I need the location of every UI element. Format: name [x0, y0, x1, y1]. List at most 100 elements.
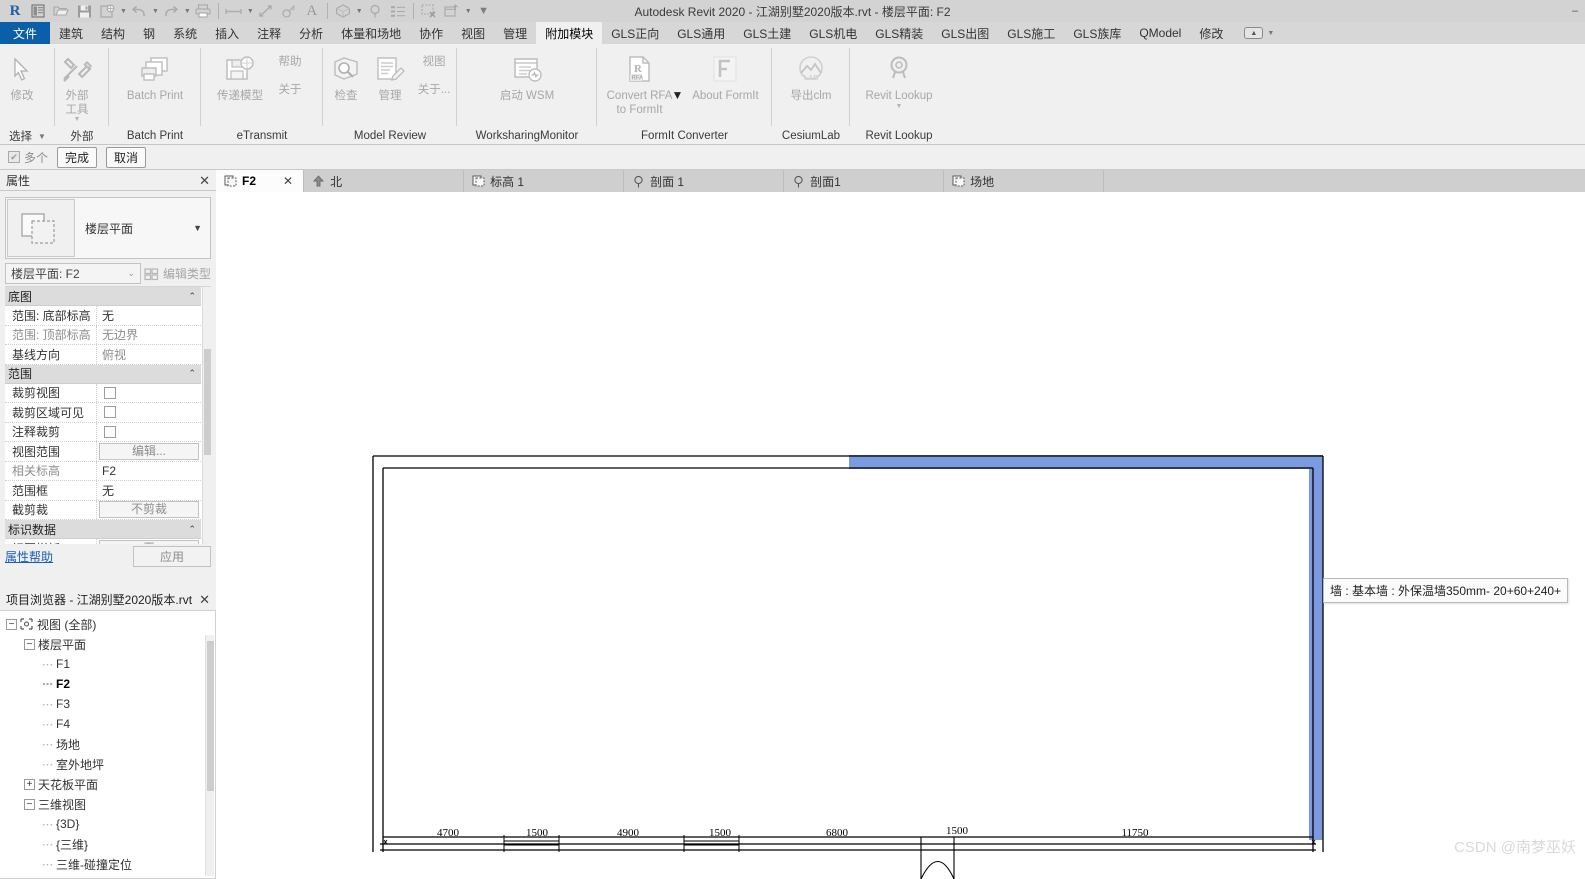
- property-value-button[interactable]: <无>: [99, 539, 199, 544]
- quick-access-toolbar[interactable]: R ▼ ▼ ▼ ▼ 1 A ▼ ▼ ▼: [0, 0, 495, 22]
- external-tools-button[interactable]: 外部 工具 ▼: [55, 48, 99, 123]
- properties-help-link[interactable]: 属性帮助: [5, 548, 53, 565]
- thin-lines-icon[interactable]: [387, 1, 409, 21]
- property-value[interactable]: 无: [97, 306, 201, 325]
- edit-type-button[interactable]: 编辑类型: [144, 265, 211, 282]
- multiple-checkbox-box[interactable]: ✔: [8, 151, 20, 163]
- tree-node-9[interactable]: − 三维视图: [0, 794, 215, 814]
- undo-caret-icon[interactable]: ▼: [152, 8, 159, 15]
- property-value[interactable]: F2: [97, 462, 201, 481]
- tree-node-6[interactable]: ⋯ 场地: [0, 734, 215, 754]
- project-browser-close-icon[interactable]: ✕: [199, 593, 210, 606]
- save-icon[interactable]: [73, 1, 95, 21]
- property-value-button[interactable]: 编辑...: [99, 442, 199, 460]
- property-value[interactable]: 编辑...: [97, 442, 201, 461]
- undo-icon[interactable]: [128, 1, 150, 21]
- property-row[interactable]: 裁剪区域可见: [5, 403, 201, 423]
- property-row[interactable]: 范围: 底部标高无: [5, 306, 201, 326]
- property-row[interactable]: 截剪裁 不剪裁: [5, 500, 201, 520]
- tab-17[interactable]: GLS出图: [932, 22, 998, 44]
- tree-node-5[interactable]: ⋯ F4: [0, 714, 215, 734]
- finish-button[interactable]: 完成: [57, 146, 98, 168]
- section-icon[interactable]: [364, 1, 386, 21]
- collapse-icon[interactable]: −: [24, 638, 35, 650]
- property-value[interactable]: [97, 423, 201, 442]
- open-icon[interactable]: [50, 1, 72, 21]
- property-row[interactable]: 视图样板<无>: [5, 539, 201, 544]
- tab-6[interactable]: 分析: [290, 22, 332, 44]
- property-value[interactable]: 无: [97, 481, 201, 500]
- view-tab-5[interactable]: 场地: [944, 170, 1105, 192]
- property-value[interactable]: [97, 384, 201, 403]
- project-icon[interactable]: [27, 1, 49, 21]
- external-tools-caret-icon[interactable]: ▼: [74, 116, 81, 123]
- properties-type-header[interactable]: 楼层平面 ▼: [5, 197, 211, 259]
- batch-print-button[interactable]: Batch Print: [122, 48, 188, 104]
- tab-14[interactable]: GLS土建: [734, 22, 800, 44]
- tree-node-7[interactable]: ⋯ 室外地坪: [0, 754, 215, 774]
- export-clm-button[interactable]: LAB 导出clm: [786, 48, 837, 104]
- launch-wsm-button[interactable]: 启动 WSM: [495, 48, 559, 104]
- apply-button[interactable]: 应用: [132, 545, 211, 567]
- property-value[interactable]: [97, 403, 201, 422]
- chevron-up-icon[interactable]: ⌃: [188, 368, 196, 379]
- view-tab-close-icon[interactable]: ✕: [283, 174, 293, 188]
- tab-4[interactable]: 插入: [206, 22, 248, 44]
- print-icon[interactable]: [192, 1, 214, 21]
- ribbon-tab-bar[interactable]: 文件 建筑 结构钢系统 插入 注释 分析 体量和场地 协作 视图 管理 附加模块 GLS正向 GLS通…: [0, 22, 1585, 44]
- model-review-manage-button[interactable]: 管理: [368, 48, 412, 104]
- multiple-checkbox[interactable]: ✔ 多个: [8, 149, 48, 166]
- tab-2[interactable]: 钢: [134, 22, 164, 44]
- tab-10[interactable]: 管理: [494, 22, 536, 44]
- tab-5[interactable]: 注释: [248, 22, 290, 44]
- property-value[interactable]: 无边界: [97, 326, 201, 345]
- project-browser-tree[interactable]: − 视图 (全部) − 楼层平面 ⋯ F1 ⋯ F2 ⋯ F3 ⋯ F4 ⋯ 场地 ⋯ 室外地坪 + 天花板平面 −…: [0, 610, 216, 879]
- default-3d-view-icon[interactable]: [332, 1, 354, 21]
- tab-9[interactable]: 视图: [452, 22, 494, 44]
- properties-scrollbar[interactable]: [202, 287, 211, 544]
- view-tab-4[interactable]: 剖面1: [784, 170, 945, 192]
- property-row[interactable]: 注释裁剪: [5, 422, 201, 442]
- tab-0[interactable]: 建筑: [50, 22, 92, 44]
- tree-node-8[interactable]: + 天花板平面: [0, 774, 215, 794]
- property-checkbox[interactable]: [104, 386, 116, 399]
- etransmit-about-button[interactable]: 关于: [268, 82, 312, 98]
- revit-lookup-button[interactable]: Revit Lookup ▼: [860, 48, 937, 110]
- expand-icon[interactable]: +: [24, 778, 35, 790]
- chevron-up-icon[interactable]: ⌃: [188, 291, 196, 302]
- property-row[interactable]: 相关标高 F2: [5, 461, 201, 481]
- properties-scrollbar-thumb[interactable]: [204, 349, 211, 455]
- project-browser-scrollbar[interactable]: [205, 635, 214, 876]
- properties-close-icon[interactable]: ✕: [199, 174, 210, 187]
- convert-rfa-caret-icon[interactable]: ▼: [672, 88, 684, 102]
- tab-20[interactable]: QModel: [1130, 22, 1190, 44]
- property-value[interactable]: 不剪裁: [97, 501, 201, 520]
- cancel-button[interactable]: 取消: [106, 146, 147, 168]
- tab-3[interactable]: 系统: [164, 22, 206, 44]
- switch-windows-caret-icon[interactable]: ▼: [465, 8, 472, 15]
- window-controls[interactable]: –: [1565, 0, 1585, 22]
- about-formit-button[interactable]: About FormIt: [683, 48, 767, 104]
- panel-select-caret-icon[interactable]: ▼: [38, 132, 46, 141]
- property-row[interactable]: 基线方向 俯视: [5, 345, 201, 365]
- floor-plan-drawing[interactable]: [216, 192, 1585, 879]
- minimize-button[interactable]: –: [1565, 5, 1585, 17]
- customize-qat-icon[interactable]: ▼: [473, 1, 495, 21]
- close-hidden-windows-icon[interactable]: [418, 1, 440, 21]
- convert-rfa-to-formit-button[interactable]: R RFA Convert RFA to FormIt: [602, 48, 678, 117]
- tab-21[interactable]: 修改: [1190, 22, 1232, 44]
- switch-windows-icon[interactable]: [441, 1, 463, 21]
- view-tab-2[interactable]: 标高 1: [464, 170, 625, 192]
- view-3d-caret-icon[interactable]: ▼: [356, 8, 363, 15]
- property-value[interactable]: <无>: [97, 539, 201, 544]
- measure-caret-icon[interactable]: ▼: [247, 8, 254, 15]
- collapse-icon[interactable]: −: [24, 798, 35, 810]
- property-group-0[interactable]: 底图 ⌃: [5, 287, 201, 306]
- tab-18[interactable]: GLS施工: [998, 22, 1064, 44]
- view-tab-0[interactable]: F2 ✕: [216, 170, 305, 192]
- view-tab-bar[interactable]: F2 ✕ 北 标高 1 剖面 1 剖面1 场地: [216, 170, 1585, 192]
- tab-12[interactable]: GLS正向: [602, 22, 668, 44]
- measure-icon[interactable]: [223, 1, 245, 21]
- tree-node-3[interactable]: ⋯ F2: [0, 674, 215, 694]
- property-checkbox[interactable]: [104, 406, 116, 419]
